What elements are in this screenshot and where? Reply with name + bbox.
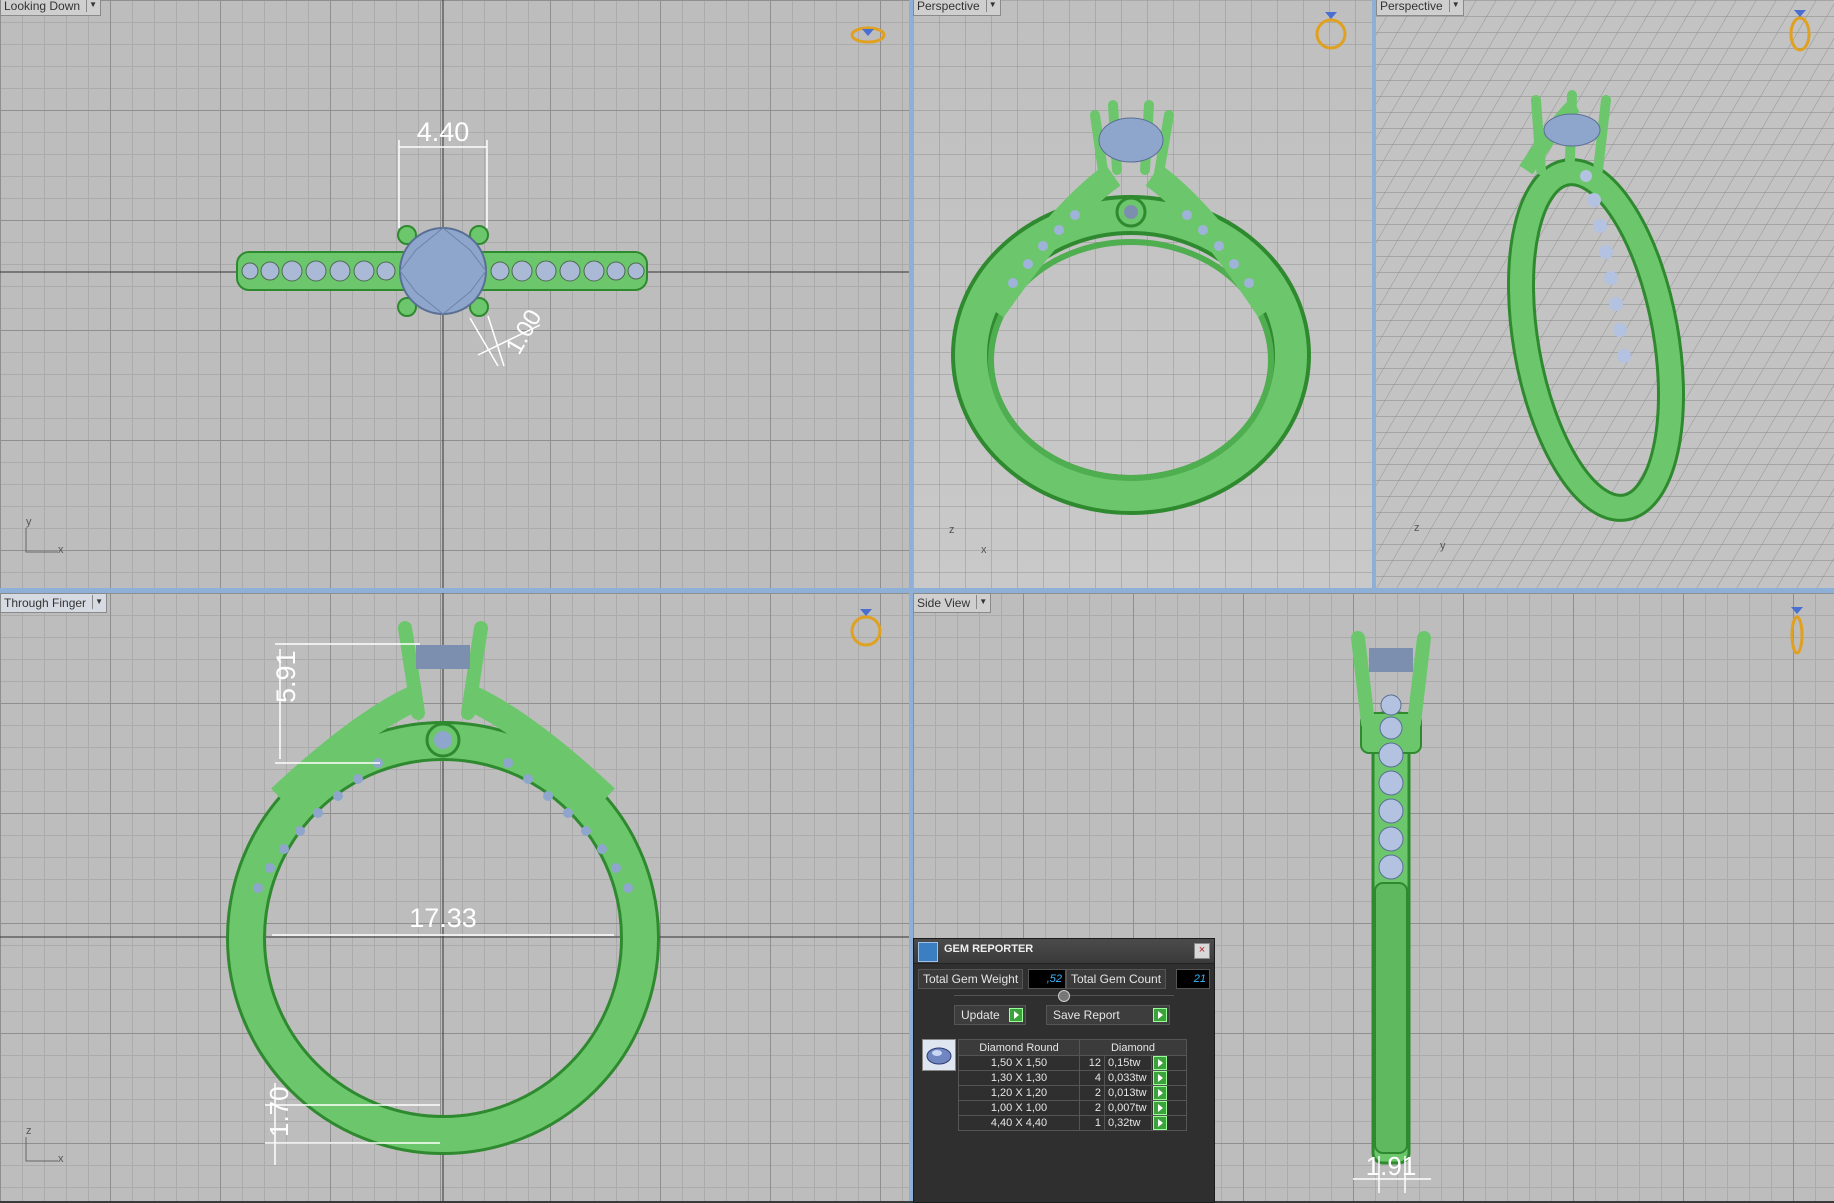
axis-gizmo-icon bbox=[25, 528, 58, 553]
viewport-label: Perspective bbox=[917, 0, 980, 13]
ring-view-icon[interactable] bbox=[846, 603, 886, 649]
axis-z-label: z bbox=[26, 1125, 32, 1137]
dim-prong-size: 1.00 bbox=[501, 305, 548, 359]
ring-view-icon[interactable] bbox=[1780, 4, 1820, 54]
gem-size: 1,20 X 1,20 bbox=[958, 1085, 1080, 1101]
gem-count: 2 bbox=[1079, 1100, 1105, 1116]
ring-front-view: 5.91 17.33 1.70 bbox=[0, 593, 909, 1201]
gem-size: 1,30 X 1,30 bbox=[958, 1070, 1080, 1086]
axis-x-label: x bbox=[981, 544, 987, 556]
dim-band-thickness: 1.70 bbox=[264, 1086, 294, 1137]
go-arrow-icon[interactable] bbox=[1153, 1101, 1167, 1115]
viewport-divider[interactable] bbox=[1372, 0, 1376, 588]
ring-perspective-side-view bbox=[1376, 0, 1834, 588]
go-arrow-icon[interactable] bbox=[1153, 1116, 1167, 1130]
table-row[interactable]: 1,20 X 1,20 2 0,013tw bbox=[958, 1085, 1187, 1101]
save-report-label: Save Report bbox=[1053, 1008, 1120, 1022]
viewport-looking-down[interactable]: Looking Down ▼ 4.40 1.00 y x bbox=[0, 0, 909, 588]
viewport-view-selector[interactable]: Through Finger ▼ bbox=[0, 593, 108, 613]
go-arrow-icon[interactable] bbox=[1153, 1071, 1167, 1085]
table-row[interactable]: 1,00 X 1,00 2 0,007tw bbox=[958, 1100, 1187, 1116]
gem-weight: 0,013tw bbox=[1104, 1085, 1152, 1101]
go-arrow-icon[interactable] bbox=[1153, 1056, 1167, 1070]
viewport-perspective-1[interactable]: Perspective ▼ z x bbox=[913, 0, 1372, 588]
viewport-divider[interactable] bbox=[0, 588, 1834, 593]
viewport-label: Side View bbox=[917, 596, 971, 610]
viewport-view-selector[interactable]: Perspective ▼ bbox=[913, 0, 1001, 16]
dim-stone-width: 4.40 bbox=[417, 117, 470, 147]
gem-reporter-panel: GEM REPORTER × Total Gem Weight ,52 Tota… bbox=[913, 938, 1215, 1203]
gem-table-header: Diamond Round Diamond bbox=[958, 1039, 1187, 1056]
gem-weight: 0,033tw bbox=[1104, 1070, 1152, 1086]
play-arrow-icon bbox=[1153, 1008, 1167, 1022]
ring-view-icon[interactable] bbox=[1311, 6, 1351, 52]
axis-z-label: z bbox=[1414, 522, 1420, 534]
viewport-view-selector[interactable]: Perspective ▼ bbox=[1376, 0, 1464, 16]
total-gem-count-label: Total Gem Count bbox=[1066, 969, 1167, 989]
center-stone bbox=[399, 227, 487, 315]
update-label: Update bbox=[961, 1008, 1000, 1022]
ring-top-view: 4.40 1.00 bbox=[0, 0, 909, 588]
table-row[interactable]: 4,40 X 4,40 1 0,32tw bbox=[958, 1115, 1187, 1131]
table-row[interactable]: 1,50 X 1,50 12 0,15tw bbox=[958, 1055, 1187, 1071]
gem-size: 1,50 X 1,50 bbox=[958, 1055, 1080, 1071]
gem-count: 1 bbox=[1079, 1115, 1105, 1131]
gem-weight: 0,32tw bbox=[1104, 1115, 1152, 1131]
viewport-through-finger[interactable]: 5.91 17.33 1.70 Through Finger ▼ z x bbox=[0, 593, 909, 1201]
gem-size: 4,40 X 4,40 bbox=[958, 1115, 1080, 1131]
axis-gizmo-icon bbox=[25, 1137, 58, 1162]
gem-size: 1,00 X 1,00 bbox=[958, 1100, 1080, 1116]
chevron-down-icon[interactable]: ▼ bbox=[1448, 0, 1462, 12]
play-arrow-icon bbox=[1009, 1008, 1023, 1022]
gem-count: 2 bbox=[1079, 1085, 1105, 1101]
dim-head-height: 5.91 bbox=[271, 650, 301, 703]
collapse-knob-icon[interactable] bbox=[1058, 990, 1070, 1002]
total-gem-weight-value: ,52 bbox=[1028, 969, 1066, 989]
close-icon[interactable]: × bbox=[1194, 943, 1210, 959]
axis-y-label: y bbox=[1440, 540, 1446, 552]
diamond-round-thumbnail[interactable] bbox=[922, 1039, 956, 1071]
go-arrow-icon[interactable] bbox=[1153, 1086, 1167, 1100]
chevron-down-icon[interactable]: ▼ bbox=[976, 595, 989, 609]
chevron-down-icon[interactable]: ▼ bbox=[985, 0, 999, 12]
gem-reporter-titlebar[interactable]: GEM REPORTER × bbox=[914, 939, 1214, 964]
ring-view-icon[interactable] bbox=[848, 20, 888, 50]
total-gem-count-value: 21 bbox=[1176, 969, 1210, 989]
update-button[interactable]: Update bbox=[954, 1005, 1026, 1025]
ring-perspective-view bbox=[913, 0, 1372, 588]
dim-band-width: 1.91 bbox=[1366, 1151, 1417, 1181]
dim-inner-diameter: 17.33 bbox=[409, 903, 477, 933]
chevron-down-icon[interactable]: ▼ bbox=[92, 595, 105, 609]
viewport-label: Perspective bbox=[1380, 0, 1443, 13]
table-row[interactable]: 1,30 X 1,30 4 0,033tw bbox=[958, 1070, 1187, 1086]
viewport-label: Through Finger bbox=[4, 596, 87, 610]
gem-count: 12 bbox=[1079, 1055, 1105, 1071]
gem-weight: 0,007tw bbox=[1104, 1100, 1152, 1116]
col-header-material: Diamond bbox=[1079, 1039, 1187, 1056]
gem-reporter-app-icon bbox=[918, 942, 938, 962]
gem-count: 4 bbox=[1079, 1070, 1105, 1086]
gem-table: Diamond Round Diamond 1,50 X 1,50 12 0,1… bbox=[958, 1039, 1187, 1131]
total-gem-weight-label: Total Gem Weight bbox=[918, 969, 1024, 989]
axis-y-label: y bbox=[26, 516, 32, 528]
ring-view-icon[interactable] bbox=[1777, 601, 1817, 657]
col-header-type: Diamond Round bbox=[958, 1039, 1080, 1056]
axis-z-label: z bbox=[949, 524, 955, 536]
viewport-view-selector[interactable]: Side View ▼ bbox=[913, 593, 992, 613]
gem-reporter-title: GEM REPORTER bbox=[944, 943, 1034, 955]
save-report-button[interactable]: Save Report bbox=[1046, 1005, 1170, 1025]
gem-weight: 0,15tw bbox=[1104, 1055, 1152, 1071]
viewport-perspective-2[interactable]: Perspective ▼ z y bbox=[1376, 0, 1834, 588]
